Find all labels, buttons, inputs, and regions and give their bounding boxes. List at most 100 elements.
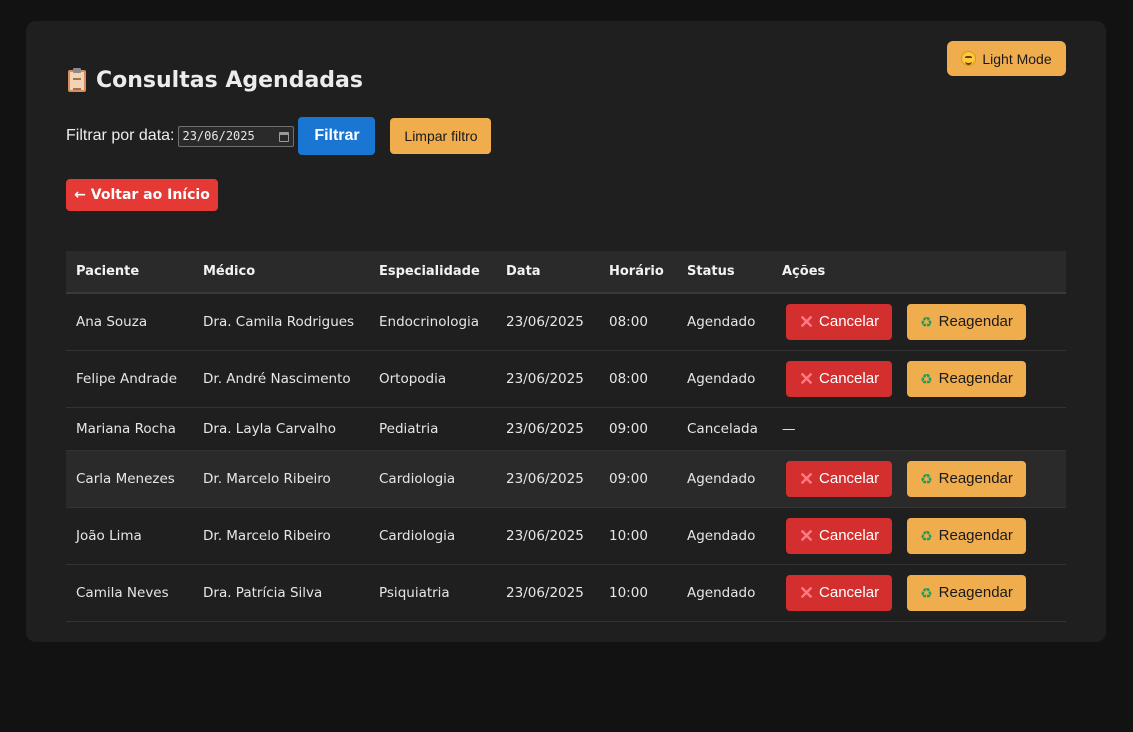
cell-paciente: Camila Neves (76, 584, 169, 601)
cell-data: 23/06/2025 (506, 584, 584, 601)
cell-medico: Dra. Layla Carvalho (203, 420, 336, 437)
cancel-label: Cancelar (819, 527, 880, 544)
calendar-icon[interactable] (279, 131, 290, 142)
cell-especialidade: Psiquiatria (379, 584, 450, 601)
cell-acoes: ✕ Cancelar ♻ Reagendar (772, 350, 1066, 407)
appointments-table: Paciente Médico Especialidade Data Horár… (66, 251, 1066, 622)
date-input-value: 23/06/2025 (182, 129, 255, 143)
cross-mark-icon: ✕ (798, 525, 815, 546)
cell-status: Agendado (687, 527, 756, 544)
table-row: Camila Neves Dra. Patrícia Silva Psiquia… (66, 564, 1066, 621)
cancel-button[interactable]: ✕ Cancelar (786, 574, 892, 611)
cell-status: Agendado (687, 370, 756, 387)
col-especialidade: Especialidade (379, 264, 480, 279)
reschedule-label: Reagendar (938, 313, 1013, 331)
col-medico: Médico (203, 264, 256, 279)
cell-paciente: João Lima (76, 527, 142, 544)
back-home-button[interactable]: ← Voltar ao Início (66, 179, 218, 211)
recycle-icon: ♻ (920, 584, 933, 601)
cancel-button[interactable]: ✕ Cancelar (786, 517, 892, 554)
date-input[interactable]: 23/06/2025 (178, 125, 295, 147)
cancel-button[interactable]: ✕ Cancelar (786, 460, 892, 497)
cell-data: 23/06/2025 (506, 370, 584, 387)
light-mode-toggle[interactable]: Light Mode (947, 41, 1066, 76)
cross-mark-icon: ✕ (798, 311, 815, 332)
cell-paciente: Felipe Andrade (76, 370, 178, 387)
smiling-face-icon (961, 51, 977, 66)
cell-horario: 10:00 (609, 527, 648, 544)
cancel-label: Cancelar (819, 470, 880, 487)
reschedule-button[interactable]: ♻ Reagendar (907, 360, 1026, 397)
recycle-icon: ♻ (920, 370, 933, 387)
reschedule-label: Reagendar (938, 527, 1013, 544)
cancel-label: Cancelar (819, 584, 880, 601)
table-row: João Lima Dr. Marcelo Ribeiro Cardiologi… (66, 507, 1066, 564)
cross-mark-icon: ✕ (798, 368, 815, 389)
cell-status: Agendado (687, 584, 756, 601)
cell-horario: 10:00 (609, 584, 648, 601)
cell-medico: Dra. Camila Rodrigues (203, 313, 355, 330)
cell-medico: Dr. Marcelo Ribeiro (203, 527, 331, 544)
cell-horario: 08:00 (609, 370, 648, 387)
reschedule-label: Reagendar (938, 584, 1013, 601)
filter-button[interactable]: Filtrar (298, 117, 376, 155)
page-title-text: Consultas Agendadas (96, 68, 363, 93)
cell-acoes: ✕ Cancelar ♻ Reagendar (772, 564, 1066, 621)
cell-especialidade: Cardiologia (379, 470, 456, 487)
cell-horario: 09:00 (609, 420, 648, 437)
table-row: Carla Menezes Dr. Marcelo Ribeiro Cardio… (66, 450, 1066, 507)
col-paciente: Paciente (76, 264, 140, 279)
recycle-icon: ♻ (920, 313, 933, 330)
col-horario: Horário (609, 264, 664, 279)
col-status: Status (687, 264, 735, 279)
cell-status: Agendado (687, 313, 756, 330)
cancel-label: Cancelar (819, 313, 880, 331)
cancel-button[interactable]: ✕ Cancelar (786, 360, 892, 397)
cell-especialidade: Ortopodia (379, 370, 447, 387)
table-header-row: Paciente Médico Especialidade Data Horár… (66, 251, 1066, 293)
cell-status: Agendado (687, 470, 756, 487)
cell-status: Cancelada (687, 420, 758, 437)
reschedule-label: Reagendar (938, 470, 1013, 487)
reschedule-button[interactable]: ♻ Reagendar (907, 517, 1026, 554)
cell-horario: 08:00 (609, 313, 648, 330)
cell-acoes-empty: — (782, 420, 796, 437)
cross-mark-icon: ✕ (798, 582, 815, 603)
cell-medico: Dra. Patrícia Silva (203, 584, 323, 601)
reschedule-button[interactable]: ♻ Reagendar (907, 460, 1026, 497)
clipboard-icon (68, 67, 86, 92)
page-title: Consultas Agendadas (68, 67, 363, 93)
appointments-panel: Light Mode Consultas Agendadas Filtrar p… (26, 21, 1106, 642)
cancel-button[interactable]: ✕ Cancelar (786, 303, 892, 340)
cell-especialidade: Cardiologia (379, 527, 456, 544)
cancel-label: Cancelar (819, 370, 880, 387)
cell-medico: Dr. Marcelo Ribeiro (203, 470, 331, 487)
reschedule-label: Reagendar (938, 370, 1013, 387)
recycle-icon: ♻ (920, 527, 933, 544)
cell-especialidade: Endocrinologia (379, 313, 480, 330)
clear-filter-button[interactable]: Limpar filtro (390, 118, 492, 154)
table-row: Felipe Andrade Dr. André Nascimento Orto… (66, 350, 1066, 407)
cell-acoes: ✕ Cancelar ♻ Reagendar (772, 450, 1066, 507)
cell-data: 23/06/2025 (506, 420, 584, 437)
cross-mark-icon: ✕ (798, 468, 815, 489)
reschedule-button[interactable]: ♻ Reagendar (907, 574, 1026, 611)
cell-medico: Dr. André Nascimento (203, 370, 351, 387)
cell-paciente: Carla Menezes (76, 470, 175, 487)
cell-paciente: Ana Souza (76, 313, 148, 330)
col-data: Data (506, 264, 541, 279)
table-row: Ana Souza Dra. Camila Rodrigues Endocrin… (66, 293, 1066, 350)
cell-data: 23/06/2025 (506, 527, 584, 544)
recycle-icon: ♻ (920, 470, 933, 487)
cell-data: 23/06/2025 (506, 313, 584, 330)
cell-acoes: ✕ Cancelar ♻ Reagendar (772, 507, 1066, 564)
table-row: Mariana Rocha Dra. Layla Carvalho Pediat… (66, 407, 1066, 450)
col-acoes: Ações (782, 264, 826, 279)
light-mode-label: Light Mode (982, 50, 1052, 67)
cell-especialidade: Pediatria (379, 420, 439, 437)
cell-horario: 09:00 (609, 470, 648, 487)
filter-label: Filtrar por data: (66, 127, 175, 144)
cell-data: 23/06/2025 (506, 470, 584, 487)
reschedule-button[interactable]: ♻ Reagendar (907, 303, 1026, 340)
date-filter: Filtrar por data: 23/06/2025 Filtrar Lim… (66, 117, 492, 155)
